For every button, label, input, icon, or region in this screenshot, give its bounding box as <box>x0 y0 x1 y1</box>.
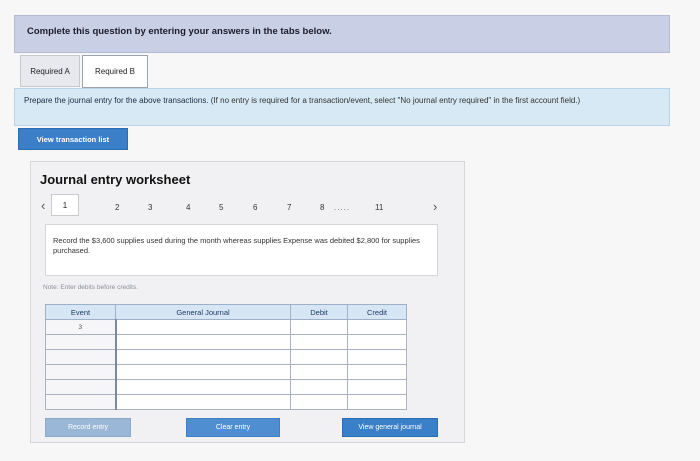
table-row <box>45 364 407 380</box>
col-header-event: Event <box>45 304 116 320</box>
page-tab-11[interactable]: 11 <box>375 203 383 212</box>
instructions-main: Prepare the journal entry for the above … <box>24 96 209 105</box>
account-select[interactable] <box>114 379 291 395</box>
view-general-journal-button[interactable]: View general journal <box>342 418 438 437</box>
question-banner: Complete this question by entering your … <box>14 15 670 53</box>
tab-required-b[interactable]: Required B <box>82 55 148 88</box>
worksheet-title: Journal entry worksheet <box>40 172 191 187</box>
instructions-tail: (If no entry is required for a transacti… <box>208 96 581 105</box>
page-tab-7[interactable]: 7 <box>287 203 291 212</box>
event-cell <box>45 379 116 395</box>
account-select[interactable] <box>114 394 291 410</box>
debit-input[interactable] <box>290 334 348 350</box>
credit-input[interactable] <box>347 364 407 380</box>
table-row <box>45 334 407 350</box>
record-entry-button[interactable]: Record entry <box>45 418 131 437</box>
clear-entry-button[interactable]: Clear entry <box>186 418 280 437</box>
chevron-left-icon[interactable]: ‹ <box>41 198 45 213</box>
table-row <box>45 349 407 365</box>
debit-input[interactable] <box>290 319 348 335</box>
debit-input[interactable] <box>290 349 348 365</box>
banner-text: Complete this question by entering your … <box>27 26 332 37</box>
credit-input[interactable] <box>347 334 407 350</box>
col-header-debit: Debit <box>290 304 348 320</box>
event-cell <box>45 334 116 350</box>
page-tab-3[interactable]: 3 <box>148 203 152 212</box>
credit-input[interactable] <box>347 394 407 410</box>
credit-input[interactable] <box>347 379 407 395</box>
table-row: 3 <box>45 319 407 335</box>
page-tab-8[interactable]: 8 <box>320 203 324 212</box>
debit-input[interactable] <box>290 364 348 380</box>
page-ellipsis: ..... <box>334 203 351 212</box>
event-cell <box>45 349 116 365</box>
page-tab-5[interactable]: 5 <box>219 203 223 212</box>
transaction-description: Record the $3,600 supplies used during t… <box>45 224 438 276</box>
col-header-general-journal: General Journal <box>115 304 291 320</box>
debits-credits-note: Note: Enter debits before credits. <box>43 284 139 291</box>
event-cell <box>45 394 116 410</box>
journal-entry-worksheet: Journal entry worksheet ‹ 1 2 3 4 5 6 7 … <box>30 161 465 443</box>
account-select[interactable] <box>114 364 291 380</box>
instructions-box: Prepare the journal entry for the above … <box>14 88 670 126</box>
tab-required-a[interactable]: Required A <box>20 55 80 87</box>
page-tab-4[interactable]: 4 <box>186 203 190 212</box>
account-select[interactable] <box>114 349 291 365</box>
table-row <box>45 394 407 410</box>
event-cell: 3 <box>45 319 116 335</box>
view-transaction-list-button[interactable]: View transaction list <box>18 128 128 150</box>
page-tab-2[interactable]: 2 <box>115 203 119 212</box>
credit-input[interactable] <box>347 349 407 365</box>
col-header-credit: Credit <box>347 304 407 320</box>
page-tab-6[interactable]: 6 <box>253 203 257 212</box>
page-tab-1[interactable]: 1 <box>51 194 79 216</box>
credit-input[interactable] <box>347 319 407 335</box>
journal-table: Event General Journal Debit Credit 3 <box>45 304 407 410</box>
debit-input[interactable] <box>290 394 348 410</box>
debit-input[interactable] <box>290 379 348 395</box>
chevron-right-icon[interactable]: › <box>433 199 437 214</box>
account-select[interactable] <box>114 319 291 335</box>
table-row <box>45 379 407 395</box>
event-cell <box>45 364 116 380</box>
account-select[interactable] <box>114 334 291 350</box>
